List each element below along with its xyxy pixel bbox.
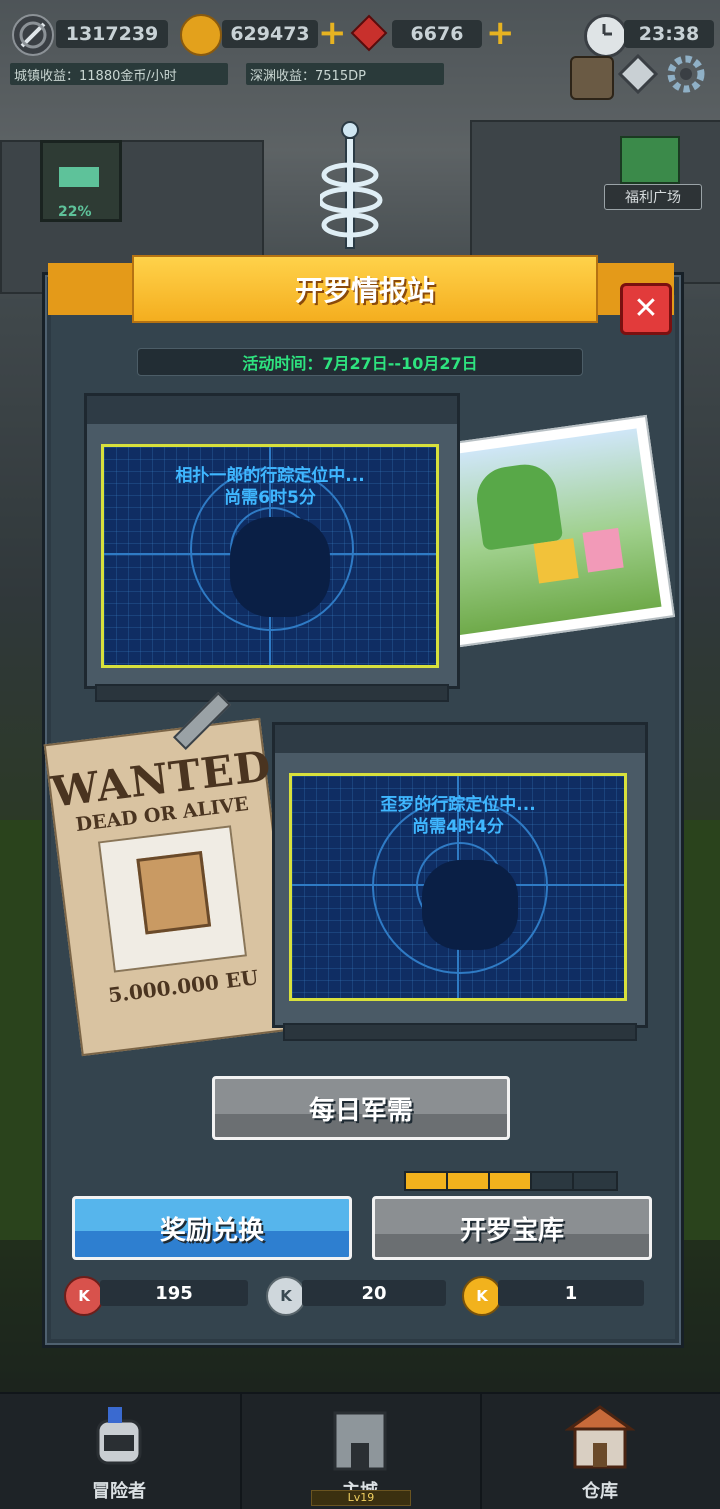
photo-dragon (472, 460, 564, 551)
nav-adventurer[interactable]: 冒险者 (0, 1394, 238, 1509)
progress-seg (490, 1173, 532, 1189)
welfare-plaza-button[interactable]: 福利广场 (604, 184, 702, 210)
clock-time: 23:38 (624, 20, 714, 48)
mail-icon[interactable] (570, 56, 614, 100)
clock-icon (584, 14, 628, 58)
ribbon-wing-left (48, 263, 138, 315)
sword-icon (12, 14, 54, 56)
radar-screen-1: 相扑一郎的行踪定位中... 尚需6时5分 (101, 444, 439, 668)
wanted-price: 5.000.000 EU (106, 965, 260, 1008)
vault-progress-bar (404, 1171, 618, 1191)
antenna-tower-icon (317, 120, 400, 260)
gift-icon[interactable] (620, 136, 680, 184)
nav-adventurer-label: 冒险者 (92, 1481, 146, 1502)
compass-icon[interactable] (617, 53, 659, 95)
cube-fill (59, 167, 99, 187)
progress-seg (574, 1173, 612, 1189)
kairo-vault-button[interactable]: 开罗宝库 (372, 1196, 652, 1260)
photo-hero-yellow (533, 538, 579, 584)
panel-title: 开罗情报站 (132, 255, 598, 323)
progress-seg (448, 1173, 490, 1189)
add-gold-button[interactable]: + (318, 16, 347, 50)
close-icon: ✕ (633, 291, 659, 326)
gold-k-coin-icon: K (462, 1276, 502, 1316)
red-k-coin-count: 195 (100, 1280, 248, 1306)
monitor-1-foot (95, 684, 449, 702)
monitor-1-timer: 尚需6时5分 (224, 488, 316, 508)
nav-warehouse[interactable]: 仓库 (480, 1394, 718, 1509)
red-k-coin-icon: K (64, 1276, 104, 1316)
wanted-robot (136, 850, 212, 935)
settings-gear-icon[interactable] (666, 54, 706, 94)
main-city-level: Lv19 (311, 1490, 411, 1506)
gold-coin-icon (180, 14, 222, 56)
progress-seg (532, 1173, 574, 1189)
castle-icon (325, 1403, 395, 1473)
wanted-poster: WANTED DEAD OR ALIVE 5.000.000 EU (43, 717, 299, 1057)
gem-value: 6676 (392, 20, 482, 48)
add-gem-button[interactable]: + (486, 16, 515, 50)
progress-seg (406, 1173, 448, 1189)
photo-scene (430, 428, 662, 636)
target-silhouette (230, 517, 330, 617)
wanted-portrait (97, 825, 248, 973)
monitor-1-top (87, 396, 457, 424)
reward-exchange-button[interactable]: 奖励兑换 (72, 1196, 352, 1260)
monitor-2-timer: 尚需4时4分 (412, 817, 504, 837)
target-silhouette (422, 860, 518, 950)
town-income: 城镇收益：11880金币/小时 (10, 63, 228, 85)
abyss-income: 深渊收益：7515DP (246, 63, 444, 85)
gold-k-coin-count: 1 (498, 1280, 644, 1306)
photo-hero-pink (582, 527, 624, 573)
title-ribbon: 开罗情报站 (48, 255, 674, 323)
silver-k-coin-icon: K (266, 1276, 306, 1316)
nav-warehouse-label: 仓库 (582, 1481, 618, 1502)
silver-k-coin-count: 20 (302, 1280, 446, 1306)
monitor-2-foot (283, 1023, 637, 1041)
monitor-1[interactable]: 相扑一郎的行踪定位中... 尚需6时5分 (84, 393, 460, 702)
gem-icon (350, 14, 388, 52)
gold-value: 629473 (222, 20, 318, 48)
radar-screen-2: 歪罗的行踪定位中... 尚需4时4分 (289, 773, 627, 1001)
monitor-2-top (275, 725, 645, 753)
close-button[interactable]: ✕ (620, 283, 672, 335)
progress-badge: 22% (58, 204, 92, 220)
monitor-2[interactable]: 歪罗的行踪定位中... 尚需4时4分 (272, 722, 648, 1041)
event-time: 活动时间：7月27日--10月27日 (137, 348, 583, 376)
warehouse-icon (564, 1403, 636, 1473)
sword-value: 1317239 (56, 20, 168, 48)
knight-helmet-icon (84, 1403, 154, 1473)
daily-supply-button[interactable]: 每日军需 (212, 1076, 510, 1140)
